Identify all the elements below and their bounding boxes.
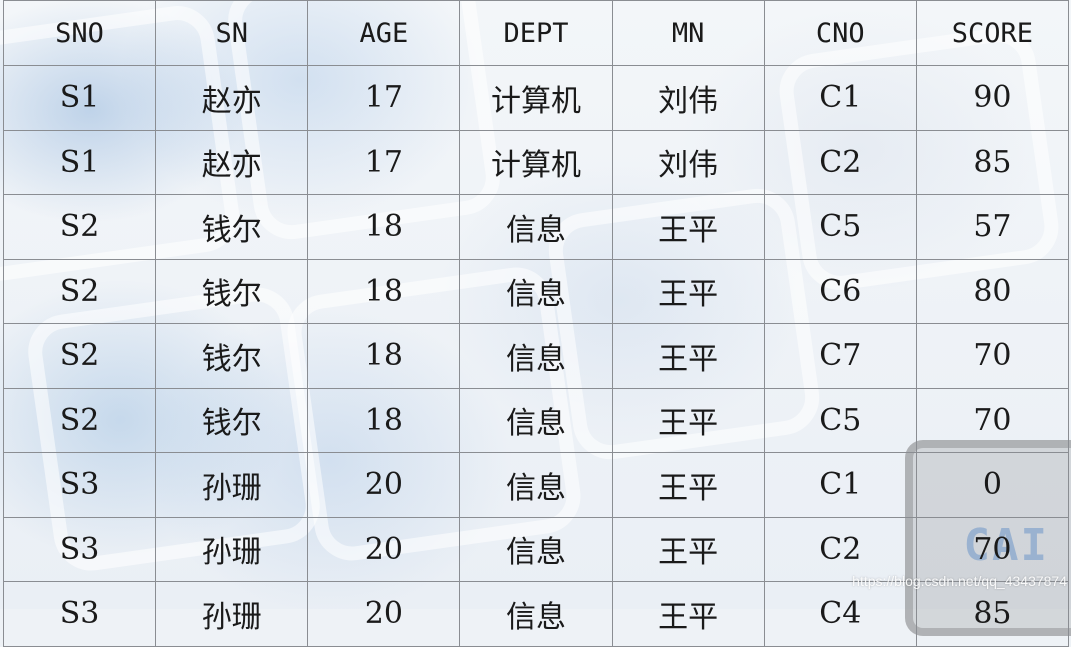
table-row: S2 钱尔 18 信息 王平 C6 80 bbox=[2, 258, 1070, 324]
table-cell: 王平 bbox=[611, 387, 765, 453]
table-cell: S2 bbox=[2, 258, 157, 324]
table-cell: 信息 bbox=[459, 323, 613, 389]
table-cell: 王平 bbox=[611, 194, 765, 260]
table-cell: S2 bbox=[2, 387, 157, 453]
column-header: DEPT bbox=[459, 0, 613, 66]
table-cell: 70 bbox=[915, 387, 1070, 453]
table-cell: C6 bbox=[763, 258, 917, 324]
table-cell: 孙珊 bbox=[155, 452, 309, 518]
table-cell: 17 bbox=[307, 129, 461, 195]
table-cell: 17 bbox=[307, 65, 461, 131]
table-cell: 孙珊 bbox=[155, 581, 309, 647]
table-cell: 80 bbox=[915, 258, 1070, 324]
column-header: SNO bbox=[2, 0, 157, 66]
table-cell: C7 bbox=[763, 323, 917, 389]
table-cell: C5 bbox=[763, 194, 917, 260]
table-cell: 85 bbox=[915, 581, 1070, 647]
table-cell: 18 bbox=[307, 323, 461, 389]
table-cell: 王平 bbox=[611, 258, 765, 324]
table-cell: S1 bbox=[2, 129, 157, 195]
table-cell: 刘伟 bbox=[611, 129, 765, 195]
table-cell: S3 bbox=[2, 452, 157, 518]
table-cell: 计算机 bbox=[459, 129, 613, 195]
table-cell: 信息 bbox=[459, 258, 613, 324]
table-cell: 85 bbox=[915, 129, 1070, 195]
table-cell: 赵亦 bbox=[155, 129, 309, 195]
table-row: S2 钱尔 18 信息 王平 C7 70 bbox=[2, 323, 1070, 389]
table-row: S1 赵亦 17 计算机 刘伟 C1 90 bbox=[2, 65, 1070, 131]
table-cell: S2 bbox=[2, 194, 157, 260]
table-row: S2 钱尔 18 信息 王平 C5 70 bbox=[2, 387, 1070, 453]
table-cell: C4 bbox=[763, 581, 917, 647]
table-cell: 信息 bbox=[459, 387, 613, 453]
column-header: SN bbox=[155, 0, 309, 66]
table-row: S1 赵亦 17 计算机 刘伟 C2 85 bbox=[2, 129, 1070, 195]
table-cell: 20 bbox=[307, 516, 461, 582]
table-cell: C2 bbox=[763, 516, 917, 582]
table-cell: 孙珊 bbox=[155, 516, 309, 582]
table-cell: C1 bbox=[763, 65, 917, 131]
watermark-url: https://blog.csdn.net/qq_43437874 bbox=[852, 573, 1067, 589]
table-header-row: SNO SN AGE DEPT MN CNO SCORE bbox=[2, 0, 1070, 66]
table-cell: 刘伟 bbox=[611, 65, 765, 131]
table-cell: 王平 bbox=[611, 323, 765, 389]
table-cell: 钱尔 bbox=[155, 387, 309, 453]
table-cell: 钱尔 bbox=[155, 258, 309, 324]
table-cell: C1 bbox=[763, 452, 917, 518]
table-cell: 18 bbox=[307, 194, 461, 260]
table-cell: S1 bbox=[2, 65, 157, 131]
table-row: S3 孙珊 20 信息 王平 C1 0 bbox=[2, 452, 1070, 518]
table-cell: 王平 bbox=[611, 516, 765, 582]
table-cell: 信息 bbox=[459, 452, 613, 518]
table-cell: 王平 bbox=[611, 452, 765, 518]
table-cell: 钱尔 bbox=[155, 323, 309, 389]
table-cell: 信息 bbox=[459, 516, 613, 582]
table-row: S2 钱尔 18 信息 王平 C5 57 bbox=[2, 194, 1070, 260]
table-cell: S3 bbox=[2, 516, 157, 582]
table-cell: 信息 bbox=[459, 194, 613, 260]
column-header: MN bbox=[611, 0, 765, 66]
table-row: S3 孙珊 20 信息 王平 C2 70 bbox=[2, 516, 1070, 582]
table-cell: C5 bbox=[763, 387, 917, 453]
table-cell: 钱尔 bbox=[155, 194, 309, 260]
table-cell: 0 bbox=[915, 452, 1070, 518]
table-cell: 计算机 bbox=[459, 65, 613, 131]
table-cell: 20 bbox=[307, 581, 461, 647]
table-cell: 20 bbox=[307, 452, 461, 518]
table-cell: 18 bbox=[307, 387, 461, 453]
table-cell: S3 bbox=[2, 581, 157, 647]
table-cell: 信息 bbox=[459, 581, 613, 647]
table-cell: 90 bbox=[915, 65, 1070, 131]
student-course-table: SNO SN AGE DEPT MN CNO SCORE S1 赵亦 17 计算… bbox=[2, 0, 1070, 647]
table-cell: 70 bbox=[915, 323, 1070, 389]
table-cell: 18 bbox=[307, 258, 461, 324]
table-cell: 70 bbox=[915, 516, 1070, 582]
table-cell: S2 bbox=[2, 323, 157, 389]
column-header: AGE bbox=[307, 0, 461, 66]
table-cell: 赵亦 bbox=[155, 65, 309, 131]
column-header: CNO bbox=[763, 0, 917, 66]
column-header: SCORE bbox=[915, 0, 1070, 66]
table-cell: C2 bbox=[763, 129, 917, 195]
table-cell: 57 bbox=[915, 194, 1070, 260]
table-cell: 王平 bbox=[611, 581, 765, 647]
table-row: S3 孙珊 20 信息 王平 C4 85 bbox=[2, 581, 1070, 647]
